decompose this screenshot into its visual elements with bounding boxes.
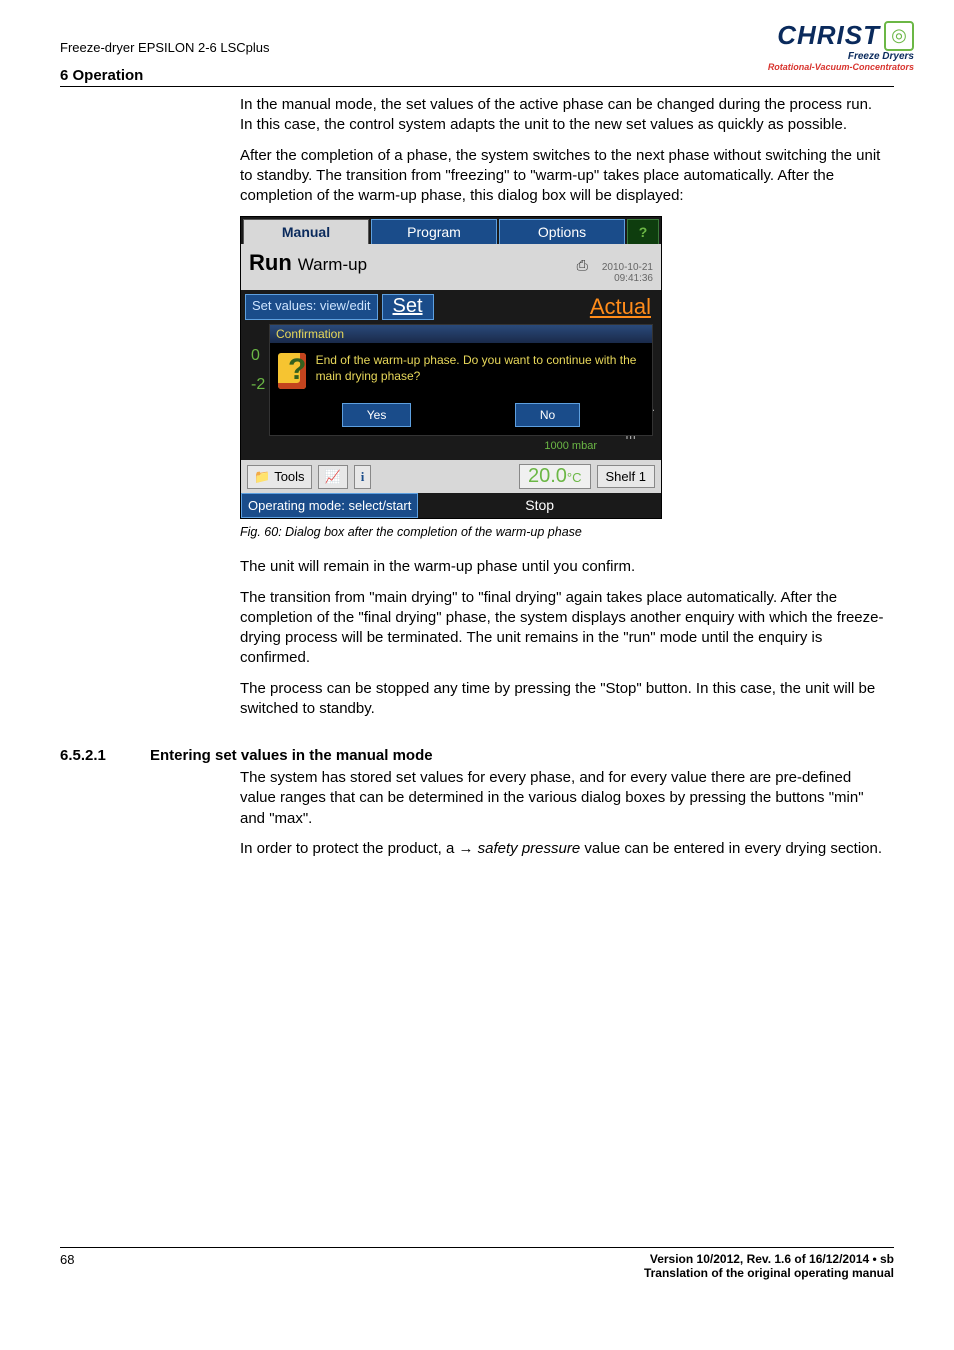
divider [60, 86, 894, 87]
tab-options[interactable]: Options [499, 219, 625, 244]
modal-text: End of the warm-up phase. Do you want to… [316, 353, 644, 384]
tab-manual[interactable]: Manual [243, 219, 369, 244]
tab-help[interactable]: ? [627, 219, 659, 244]
tools-button[interactable]: 📁 Tools [247, 465, 312, 489]
translation-line: Translation of the original operating ma… [644, 1266, 894, 1280]
temperature-readout: 20.0°C [519, 464, 591, 489]
operating-mode-button[interactable]: Operating mode: select/start [241, 493, 418, 518]
subsection-number: 6.5.2.1 [60, 747, 120, 869]
folder-icon: 📁 [254, 469, 270, 485]
modal-title: Confirmation [270, 325, 652, 343]
run-phase: Warm-up [298, 255, 367, 275]
no-button[interactable]: No [515, 403, 580, 427]
info-button[interactable]: i [354, 465, 372, 489]
logo-text: CHRIST [777, 20, 880, 51]
subsection-p2: In order to protect the product, a → saf… [240, 839, 884, 859]
brand-logo: CHRIST ◎ Freeze Dryers Rotational-Vacuum… [768, 20, 914, 72]
logo-swirl-icon: ◎ [884, 21, 914, 51]
question-icon [278, 353, 306, 389]
paragraph-3: The unit will remain in the warm-up phas… [240, 557, 884, 577]
paragraph-4: The transition from "main drying" to "fi… [240, 588, 884, 669]
arrow-icon: → [458, 840, 473, 857]
mbar-readout: 1000 mbar [245, 440, 657, 456]
confirmation-modal: Confirmation End of the warm-up phase. D… [269, 324, 653, 436]
page-number: 68 [60, 1252, 74, 1280]
version-line: Version 10/2012, Rev. 1.6 of 16/12/2014 … [644, 1252, 894, 1266]
chart-icon: 📈 [325, 469, 341, 485]
tab-program[interactable]: Program [371, 219, 497, 244]
run-label: Run [249, 250, 292, 276]
set-column-header: Set [382, 294, 434, 320]
yes-button[interactable]: Yes [342, 403, 412, 427]
shelf-selector[interactable]: Shelf 1 [597, 465, 655, 488]
paragraph-2: After the completion of a phase, the sys… [240, 146, 884, 207]
subsection-title: Entering set values in the manual mode [150, 747, 894, 764]
logo-sub2: Rotational-Vacuum-Concentrators [768, 62, 914, 72]
mid-panel: Set values: view/edit Set Actual 0 -2 me… [241, 290, 661, 460]
printer-icon[interactable]: ⎙ [577, 257, 588, 274]
figure-caption: Fig. 60: Dialog box after the completion… [240, 525, 884, 539]
logo-sub1: Freeze Dryers [768, 51, 914, 62]
left-scale: 0 -2 [251, 342, 265, 400]
tab-bar: Manual Program Options ? [241, 217, 661, 244]
run-row: Run Warm-up ⎙ 2010-10-2109:41:36 [241, 244, 661, 290]
stop-button[interactable]: Stop [418, 493, 661, 518]
dialog-screenshot: Manual Program Options ? Run Warm-up ⎙ 2… [240, 216, 662, 519]
page-footer: 68 Version 10/2012, Rev. 1.6 of 16/12/20… [60, 1247, 894, 1280]
datetime: 2010-10-2109:41:36 [602, 262, 653, 284]
tools-row: 📁 Tools 📈 i 20.0°C Shelf 1 [241, 460, 661, 493]
set-values-button[interactable]: Set values: view/edit [245, 294, 378, 320]
actual-column-header: Actual [590, 294, 657, 320]
chart-button[interactable]: 📈 [318, 465, 348, 489]
info-icon: i [361, 469, 365, 485]
paragraph-5: The process can be stopped any time by p… [240, 679, 884, 720]
subsection-p1: The system has stored set values for eve… [240, 768, 884, 829]
paragraph-1: In the manual mode, the set values of th… [240, 95, 884, 136]
